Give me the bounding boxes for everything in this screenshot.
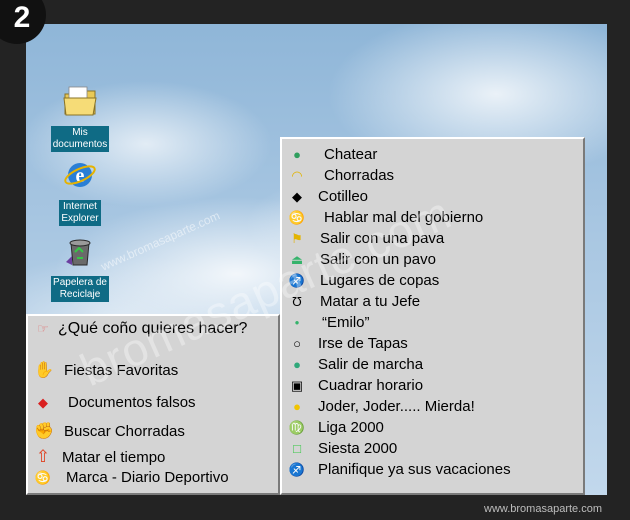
menu-item-marca[interactable]: ♋ Marca - Diario Deportivo xyxy=(34,469,229,486)
menu-item-label: Salir con una pava xyxy=(320,230,445,247)
menu-item-label: Documentos falsos xyxy=(68,394,196,411)
flag-icon: ⚑ xyxy=(291,230,303,246)
dot-icon: ● xyxy=(294,318,300,327)
green-square-icon: □ xyxy=(293,441,301,456)
desktop-icon-my-documents[interactable]: Mis documentos xyxy=(44,84,116,152)
circle-icon: ○ xyxy=(293,336,301,351)
watermark-small: www.bromasaparte.com xyxy=(98,208,223,274)
sagittarius-icon: ♐ xyxy=(288,272,306,288)
menu-item-label: Lugares de copas xyxy=(320,272,440,289)
menu-title[interactable]: ☞ ¿Qué coño quieres hacer? xyxy=(34,320,247,338)
menu-item-planifique[interactable]: ♐ Planifique ya sus vacaciones xyxy=(288,461,511,478)
menu-item-label: Hablar mal del gobierno xyxy=(324,209,484,226)
menu-item-matar-el-tiempo[interactable]: ⇧ Matar el tiempo xyxy=(34,447,166,467)
menu-item-fiestas-favoritas[interactable]: ✋ Fiestas Favoritas xyxy=(34,360,178,380)
yellow-dot-icon: ● xyxy=(293,399,301,414)
menu-item-label: Matar a tu Jefe xyxy=(320,293,421,310)
arc-icon: ◠ xyxy=(291,167,303,183)
start-menu-left: ☞ ¿Qué coño quieres hacer? ✋ Fiestas Fav… xyxy=(26,314,280,495)
diamond-icon: ◆ xyxy=(38,394,48,410)
menu-item-label: “Emilo” xyxy=(322,314,370,331)
menu-item-label: Matar el tiempo xyxy=(62,448,166,466)
square-icon: ▣ xyxy=(290,377,304,393)
diamond-icon: ◆ xyxy=(292,188,302,204)
cancer-sign-icon: ♋ xyxy=(34,469,52,485)
cancer-sign-icon: ♋ xyxy=(288,209,306,225)
menu-item-label: Chorradas xyxy=(324,167,395,184)
desktop-icon-internet-explorer[interactable]: e Internet Explorer xyxy=(44,158,116,226)
desktop-icon-recycle-bin[interactable]: Papelera de Reciclaje xyxy=(44,234,116,302)
menu-item-label: Irse de Tapas xyxy=(318,335,408,352)
menu-item-siesta-2000[interactable]: □ Siesta 2000 xyxy=(288,440,397,457)
menu-item-documentos-falsos[interactable]: ◆ Documentos falsos xyxy=(34,394,196,411)
desktop-screenshot: Mis documentos e Internet Explorer Papel… xyxy=(26,24,607,495)
footer-url: www.bromasaparte.com xyxy=(484,503,602,515)
menu-item-label: Salir con un pavo xyxy=(320,251,436,268)
menu-item-chorradas[interactable]: ◠ Chorradas xyxy=(288,167,394,184)
folder-icon xyxy=(63,86,97,116)
menu-item-label: Marca - Diario Deportivo xyxy=(66,469,229,486)
menu-item-label: Joder, Joder..... Mierda! xyxy=(318,398,475,415)
menu-item-cotilleo[interactable]: ◆ Cotilleo xyxy=(288,188,368,205)
sagittarius-icon: ♐ xyxy=(288,461,306,477)
green-dot-icon: ● xyxy=(293,357,301,372)
menu-item-salir-marcha[interactable]: ● Salir de marcha xyxy=(288,356,423,373)
menu-item-lugares-copas[interactable]: ♐ Lugares de copas xyxy=(288,272,439,289)
menu-item-irse-tapas[interactable]: ○ Irse de Tapas xyxy=(288,335,408,352)
menu-item-label: Siesta 2000 xyxy=(318,440,398,457)
menu-item-label: Fiestas Favoritas xyxy=(64,361,179,379)
menu-item-joder[interactable]: ● Joder, Joder..... Mierda! xyxy=(288,398,475,415)
desktop-icon-label: Mis documentos xyxy=(50,126,110,152)
menu-item-label: Liga 2000 xyxy=(318,419,384,436)
menu-item-hablar-mal[interactable]: ♋ Hablar mal del gobierno xyxy=(288,209,483,226)
arrow-up-icon: ⇧ xyxy=(35,447,51,466)
hand-icon: ✋ xyxy=(34,362,54,379)
virgo-icon: ♍ xyxy=(288,419,306,435)
menu-item-chatear[interactable]: ● Chatear xyxy=(288,146,377,163)
menu-item-label: Planifique ya sus vacaciones xyxy=(318,461,511,478)
menu-item-label: Cotilleo xyxy=(318,188,369,205)
menu-item-matar-jefe[interactable]: Ʊ Matar a tu Jefe xyxy=(288,293,420,310)
menu-item-label: Cuadrar horario xyxy=(318,377,424,394)
bomb-icon: ● xyxy=(293,147,301,162)
pointing-hand-icon: ☞ xyxy=(37,321,49,336)
menu-item-salir-pavo[interactable]: ⏏ Salir con un pavo xyxy=(288,251,436,268)
desktop-icon-label: Papelera de Reciclaje xyxy=(51,276,109,302)
hand-grab-icon: ✊ xyxy=(34,423,54,440)
menu-item-label: Buscar Chorradas xyxy=(64,422,185,440)
desktop-icon-label: Internet Explorer xyxy=(59,200,101,226)
menu-title-label: ¿Qué coño quieres hacer? xyxy=(58,320,248,337)
menu-item-emilo[interactable]: ● “Emilo” xyxy=(288,314,370,331)
menu-item-salir-pava[interactable]: ⚑ Salir con una pava xyxy=(288,230,444,247)
menu-item-liga-2000[interactable]: ♍ Liga 2000 xyxy=(288,419,384,436)
start-menu-right: ● Chatear ◠ Chorradas ◆ Cotilleo ♋ Habla… xyxy=(280,137,585,495)
menu-item-label: Chatear xyxy=(324,146,378,163)
internet-explorer-icon: e xyxy=(64,163,96,187)
menu-item-label: Salir de marcha xyxy=(318,356,424,373)
recycle-bin-icon xyxy=(66,239,91,266)
cup-icon: Ʊ xyxy=(292,294,302,309)
bell-icon: ⏏ xyxy=(290,251,304,267)
menu-item-cuadrar-horario[interactable]: ▣ Cuadrar horario xyxy=(288,377,423,394)
menu-item-buscar-chorradas[interactable]: ✊ Buscar Chorradas xyxy=(34,421,185,441)
